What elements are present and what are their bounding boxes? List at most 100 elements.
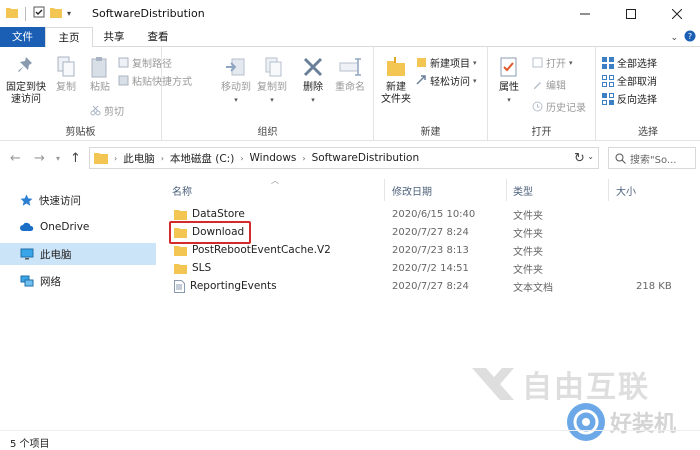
easy-access-icon [416,75,426,85]
cloud-icon [20,222,34,231]
column-header-name[interactable]: 名称 [172,183,192,198]
organize-group: 移动到 ▾ 复制到 ▾ 删除 ▾ 重命名 组织 [162,47,374,141]
up-arrow-icon[interactable]: ↑ [70,151,81,166]
tab-share[interactable]: 共享 [93,27,135,47]
file-size: 218 KB [636,280,672,292]
sort-ascending-icon: ︿ [271,176,279,185]
new-group: 新建 文件夹 新建项目 ▾ 轻松访问 ▾ 新建 [374,47,488,141]
select-none-button[interactable]: 全部取消 [602,73,657,88]
folder-icon [6,7,18,21]
copy-path-icon [118,57,129,68]
file-type: 文件夹 [513,228,543,240]
chevron-down-icon[interactable]: ⌄ [670,33,678,43]
copy-to-button[interactable]: 复制到 ▾ [254,55,290,106]
column-header-type[interactable]: 类型 [513,183,533,198]
delete-button[interactable]: 删除 ▾ [298,55,328,106]
tab-home[interactable]: 主页 [45,27,93,48]
svg-text:?: ? [688,32,692,41]
paste-shortcut-icon [118,75,129,86]
column-divider[interactable] [608,179,609,201]
tab-file[interactable]: 文件 [0,27,45,47]
select-all-icon [602,56,614,69]
recent-locations-chevron-icon[interactable]: ▾ [56,154,60,163]
breadcrumb-chevron-icon[interactable]: › [161,154,164,163]
new-folder-button[interactable]: 新建 文件夹 [378,55,414,106]
close-button[interactable] [654,0,700,27]
folder-icon [94,153,108,164]
address-bar[interactable]: › 此电脑 › 本地磁盘 (C:) › Windows › SoftwareDi… [89,147,599,169]
breadcrumb-this-pc[interactable]: 此电脑 [123,151,155,166]
properties-button[interactable]: 属性 ▾ [494,55,524,106]
column-header-size[interactable]: 大小 [616,183,636,198]
move-to-icon [226,58,245,76]
nav-item-quick-access[interactable]: 快速访问 [0,189,156,211]
breadcrumb-windows[interactable]: Windows [250,152,297,164]
tab-view[interactable]: 查看 [137,27,179,47]
address-row: ← → ▾ ↑ › 此电脑 › 本地磁盘 (C:) › Windows › So… [0,141,700,175]
select-group-label: 选择 [638,127,658,138]
search-icon [615,153,626,164]
address-dropdown-chevron-icon[interactable]: ⌄ [587,152,594,161]
text-file-icon [174,279,185,293]
invert-selection-icon [602,92,614,105]
file-date: 2020/7/2 14:51 [392,262,469,274]
paste-button[interactable]: 粘贴 [86,55,114,94]
breadcrumb-chevron-icon[interactable]: › [302,154,305,163]
move-to-button[interactable]: 移动到 ▾ [218,55,254,106]
edit-button[interactable]: 编辑 [532,77,566,92]
title-bar: ▾ SoftwareDistribution [0,0,700,27]
search-input[interactable]: 搜索"So... [608,147,696,169]
invert-selection-button[interactable]: 反向选择 [602,91,657,106]
easy-access-button[interactable]: 轻松访问 ▾ [416,73,477,88]
properties-check-icon[interactable] [33,6,45,21]
cut-button[interactable]: 剪切 [90,103,124,118]
table-row[interactable]: ReportingEvents 2020/7/27 8:24 文本文档 218 … [170,277,700,295]
file-type: 文件夹 [513,210,543,222]
scissors-icon [90,105,101,116]
open-button[interactable]: 打开 ▾ [532,55,573,70]
column-header-date[interactable]: 修改日期 [392,183,432,198]
delete-x-icon [303,57,323,77]
download-highlight-box [169,221,251,244]
select-all-button[interactable]: 全部选择 [602,55,657,70]
help-icon[interactable]: ? [684,30,696,45]
computer-icon [20,248,34,260]
file-date: 2020/7/27 8:24 [392,280,469,292]
customize-qat-chevron-icon[interactable]: ▾ [67,9,71,18]
rename-button[interactable]: 重命名 [332,55,368,94]
quick-access-toolbar: ▾ [6,6,71,21]
minimize-button[interactable] [562,0,608,27]
maximize-button[interactable] [608,0,654,27]
file-name: PostRebootEventCache.V2 [192,244,331,256]
table-row[interactable]: SLS 2020/7/2 14:51 文件夹 [170,259,700,277]
item-count: 5 个项目 [10,439,50,450]
nav-item-network[interactable]: 网络 [0,270,156,292]
window-title: SoftwareDistribution [92,7,205,20]
file-type: 文件夹 [513,264,543,276]
nav-item-onedrive[interactable]: OneDrive [0,216,156,238]
column-divider[interactable] [384,179,385,201]
file-date: 2020/7/23 8:13 [392,244,469,256]
navigation-pane: 快速访问 OneDrive 此电脑 网络 [0,175,156,430]
paste-icon [91,57,107,78]
copy-button[interactable]: 复制 [52,55,80,94]
refresh-icon[interactable]: ↻ [574,151,585,166]
folder-icon [174,263,187,274]
breadcrumb-software-distribution[interactable]: SoftwareDistribution [312,152,420,164]
breadcrumb-local-disk[interactable]: 本地磁盘 (C:) [170,151,234,166]
column-divider[interactable] [506,179,507,201]
back-arrow-icon[interactable]: ← [10,151,21,166]
nav-item-this-pc[interactable]: 此电脑 [0,243,156,265]
copy-to-icon [265,57,282,77]
breadcrumb-chevron-icon[interactable]: › [114,154,117,163]
breadcrumb-chevron-icon[interactable]: › [240,154,243,163]
search-placeholder: 搜索"So... [630,154,677,166]
new-item-button[interactable]: 新建项目 ▾ [416,55,477,70]
history-button[interactable]: 历史记录 [532,99,586,114]
new-folder-icon[interactable] [50,7,62,21]
pin-quick-access-button[interactable]: 固定到快 速访问 [4,55,48,106]
window-controls [562,0,700,27]
copy-label: 复制 [56,82,76,93]
edit-icon [534,82,541,89]
forward-arrow-icon[interactable]: → [34,151,45,166]
